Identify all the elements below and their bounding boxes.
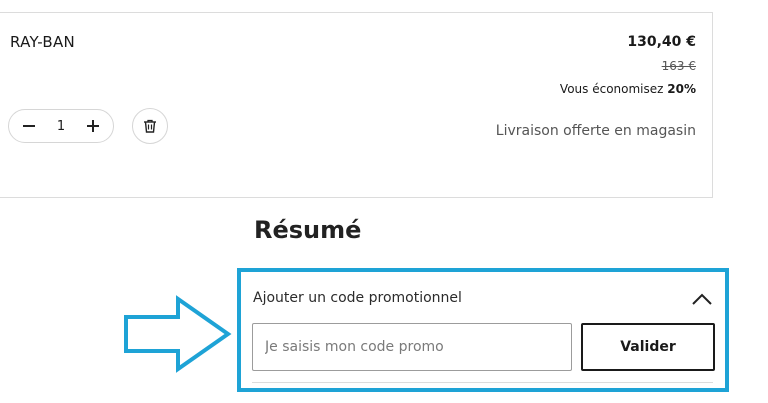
product-old-price: 163 €	[661, 59, 696, 73]
delivery-info: Livraison offerte en magasin	[495, 123, 696, 139]
chevron-up-icon[interactable]	[691, 292, 713, 306]
promo-code-section: Ajouter un code promotionnel Valider	[237, 268, 729, 392]
promo-code-input[interactable]	[252, 323, 572, 371]
arrow-right-icon	[124, 295, 232, 373]
quantity-value: 1	[56, 118, 66, 134]
savings-text: Vous économisez 20%	[560, 82, 696, 96]
trash-icon	[144, 119, 156, 133]
plus-icon[interactable]	[85, 118, 101, 134]
validate-button[interactable]: Valider	[581, 323, 715, 371]
product-price: 130,40 €	[627, 34, 696, 50]
quantity-stepper: 1	[8, 109, 114, 143]
savings-label: Vous économisez	[559, 82, 668, 96]
minus-icon[interactable]	[21, 118, 37, 134]
cart-item-card: RAY-BAN 130,40 € 163 € Vous économisez 2…	[0, 12, 713, 198]
product-brand: RAY-BAN	[10, 33, 76, 51]
divider	[252, 382, 713, 383]
promo-code-toggle-label[interactable]: Ajouter un code promotionnel	[253, 290, 462, 306]
delete-item-button[interactable]	[132, 108, 168, 144]
summary-title: Résumé	[254, 216, 362, 244]
savings-value: 20%	[667, 82, 696, 96]
